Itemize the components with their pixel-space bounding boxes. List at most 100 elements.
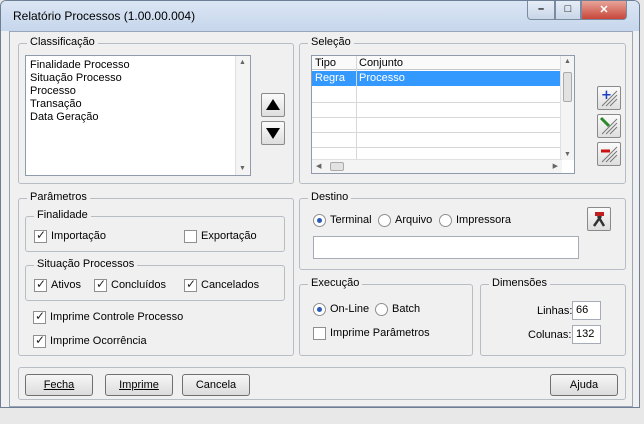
finalidade-group: Finalidade Importação Exportação [25,209,285,252]
concluidos-checkbox[interactable] [94,277,107,292]
terminal-radio[interactable] [313,214,326,227]
imprime-controle-checkbox[interactable] [33,309,46,324]
batch-radio[interactable] [375,303,388,316]
importacao-label: Importação [51,230,107,242]
table-row[interactable]: Regra Processo [312,71,562,86]
imprime-ocorrencia-label: Imprime Ocorrência [50,335,147,347]
classificacao-group: Classificação Finalidade Processo Situaç… [18,36,294,184]
execucao-legend: Execução [308,277,363,289]
imprime-ocorrencia-checkbox[interactable] [33,333,46,348]
fecha-label: Fecha [43,379,75,391]
destino-group: Destino Terminal Arquivo Impressora [299,191,626,270]
move-up-button[interactable] [261,93,285,117]
exportacao-checkbox[interactable] [184,230,197,243]
selecao-vscrollbar[interactable]: ▲ ▼ [560,56,574,160]
selecao-grid[interactable]: Tipo Conjunto Regra Processo ▲ ▼ ◀ ▶ [311,55,575,174]
cancela-button[interactable]: Cancela [182,374,250,396]
scroll-down-icon[interactable]: ▼ [564,151,571,158]
imprime-label: Imprime [119,379,159,391]
imprime-parametros-checkbox[interactable] [313,327,326,340]
colunas-field[interactable]: 132 [572,325,601,344]
imprime-parametros-label: Imprime Parâmetros [330,327,430,339]
add-selection-button[interactable]: + [597,86,621,110]
cancelados-checkbox[interactable] [184,277,197,292]
scroll-left-icon[interactable]: ◀ [316,162,321,170]
ativos-label: Ativos [51,279,81,291]
minimize-icon: – [537,3,545,15]
destino-tools-button[interactable] [587,207,611,231]
selecao-group: Seleção Tipo Conjunto Regra Processo ▲ ▼… [299,36,626,184]
column-header-tipo[interactable]: Tipo [315,57,336,69]
imprime-button[interactable]: Imprime [105,374,173,396]
scroll-up-icon[interactable]: ▲ [564,58,571,65]
execucao-group: Execução On-Line Batch Imprime Parâmetro… [299,277,473,356]
scroll-down-icon[interactable]: ▼ [239,165,246,172]
cancela-label: Cancela [195,379,237,391]
scroll-right-icon[interactable]: ▶ [553,162,558,170]
tools-icon [592,212,606,227]
remove-selection-button[interactable] [597,142,621,166]
scroll-thumb[interactable] [330,162,344,171]
column-header-conjunto[interactable]: Conjunto [359,57,403,69]
finalidade-legend: Finalidade [34,209,91,221]
row-divider [312,132,562,133]
minimize-button[interactable]: – [527,1,555,20]
parametros-legend: Parâmetros [27,191,90,203]
impressora-radio[interactable] [439,214,452,227]
list-item[interactable]: Finalidade Processo [30,59,130,72]
triangle-down-icon [266,128,280,139]
cell-tipo: Regra [315,72,345,84]
dimensoes-legend: Dimensões [489,277,551,289]
move-down-button[interactable] [261,121,285,145]
edit-selection-button[interactable] [597,114,621,138]
add-selection-icon: + [601,88,618,107]
ajuda-button[interactable]: Ajuda [550,374,618,396]
dialog-client-area: Classificação Finalidade Processo Situaç… [9,31,633,407]
close-button[interactable]: ✕ [581,1,627,20]
linhas-field[interactable]: 66 [572,301,601,320]
situacao-processos-legend: Situação Processos [34,258,138,270]
list-item[interactable]: Situação Processo [30,72,122,85]
triangle-up-icon [266,99,280,110]
classificacao-list[interactable]: Finalidade Processo Situação Processo Pr… [25,55,251,176]
list-item[interactable]: Processo [30,85,76,98]
title-bar[interactable]: Relatório Processos (1.00.00.004) – □ ✕ [1,1,639,31]
ajuda-label: Ajuda [569,379,599,391]
scroll-thumb[interactable] [563,72,572,102]
terminal-label: Terminal [330,214,372,226]
maximize-button[interactable]: □ [555,1,581,20]
imprime-controle-label: Imprime Controle Processo [50,311,184,323]
edit-selection-icon [599,116,618,135]
maximize-icon: □ [564,3,572,15]
destino-path-field[interactable] [313,236,579,259]
column-divider [356,56,357,160]
arquivo-radio[interactable] [378,214,391,227]
row-divider [312,117,562,118]
impressora-label: Impressora [456,214,512,226]
online-radio[interactable] [313,303,326,316]
report-dialog-window: Relatório Processos (1.00.00.004) – □ ✕ … [0,0,640,408]
classificacao-scrollbar[interactable]: ▲ ▼ [235,56,250,175]
parametros-group: Parâmetros Finalidade Importação Exporta… [18,191,294,356]
close-icon: ✕ [599,4,609,16]
selecao-legend: Seleção [308,36,354,48]
list-item[interactable]: Data Geração [30,111,98,124]
fecha-button[interactable]: Fecha [25,374,93,396]
row-divider [312,147,562,148]
concluidos-label: Concluídos [111,279,167,291]
exportacao-label: Exportação [201,230,257,242]
dimensoes-group: Dimensões Linhas: 66 Colunas: 132 [480,277,626,356]
remove-selection-icon [601,146,618,163]
ativos-checkbox[interactable] [34,277,47,292]
importacao-checkbox[interactable] [34,228,47,243]
colunas-label: Colunas: [528,329,572,341]
row-divider [312,102,562,103]
linhas-label: Linhas: [537,305,573,317]
list-item[interactable]: Transação [30,98,82,111]
selecao-hscrollbar[interactable]: ◀ ▶ [312,159,562,173]
scroll-up-icon[interactable]: ▲ [239,59,246,66]
online-label: On-Line [330,303,370,315]
window-title: Relatório Processos (1.00.00.004) [13,9,196,23]
cell-conjunto: Processo [359,72,405,84]
arquivo-label: Arquivo [395,214,433,226]
